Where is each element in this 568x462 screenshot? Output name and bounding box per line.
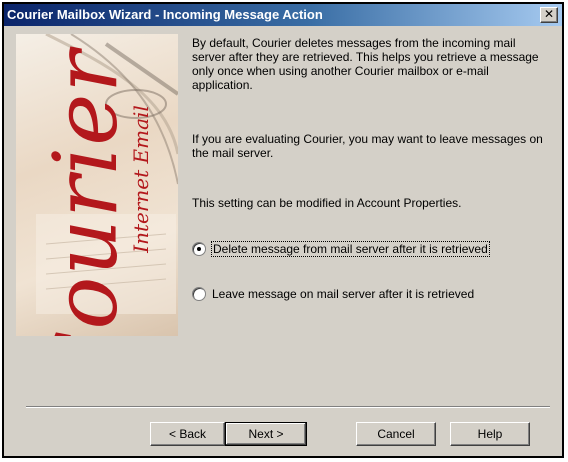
info-paragraph-evaluating: If you are evaluating Courier, you may w… (192, 132, 543, 160)
back-button[interactable]: < Back (150, 422, 225, 446)
title-bar: Courier Mailbox Wizard - Incoming Messag… (4, 4, 562, 26)
next-button[interactable]: Next > (225, 422, 307, 446)
info-paragraph-default: By default, Courier deletes messages fro… (192, 36, 539, 92)
option-delete-label[interactable]: Delete message from mail server after it… (211, 241, 490, 257)
wizard-dialog: Courier Mailbox Wizard - Incoming Messag… (2, 2, 564, 458)
logo-courier-text: Courier (34, 49, 137, 336)
close-icon: ✕ (543, 7, 555, 21)
close-button[interactable]: ✕ (540, 7, 558, 23)
cancel-button[interactable]: Cancel (356, 422, 436, 446)
courier-logo-image: Courier Internet Email (16, 34, 178, 336)
option-delete-from-server[interactable]: Delete message from mail server after it… (192, 241, 490, 257)
button-separator (26, 406, 550, 408)
window-title: Courier Mailbox Wizard - Incoming Messag… (7, 7, 323, 22)
help-button[interactable]: Help (450, 422, 530, 446)
radio-leave[interactable] (192, 287, 206, 301)
logo-subtitle-text: Internet Email (129, 105, 153, 253)
option-leave-label[interactable]: Leave message on mail server after it is… (212, 287, 474, 301)
radio-delete[interactable] (192, 242, 206, 256)
info-paragraph-settings: This setting can be modified in Account … (192, 196, 462, 210)
option-leave-on-server[interactable]: Leave message on mail server after it is… (192, 286, 474, 302)
